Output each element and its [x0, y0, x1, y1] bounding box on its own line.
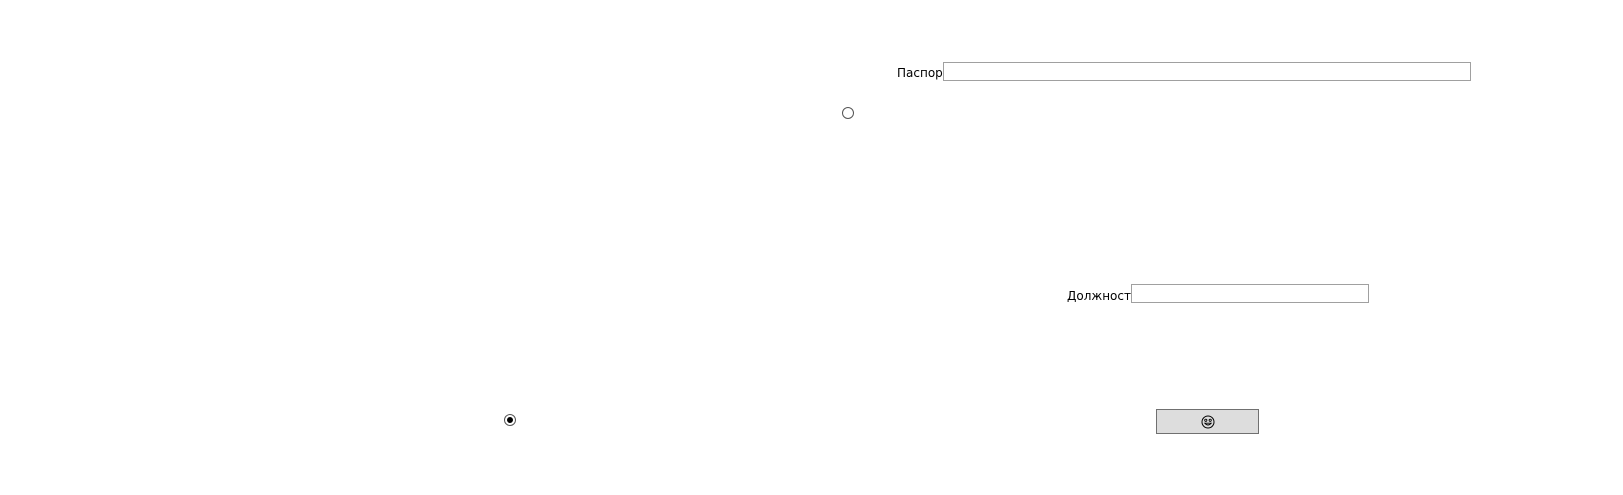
position-label: Должность	[1067, 289, 1139, 303]
submit-button[interactable]	[1156, 409, 1259, 434]
position-input[interactable]	[1131, 284, 1369, 303]
passport-label: Паспорт	[897, 66, 950, 80]
form-canvas: Паспорт Должность	[0, 0, 1623, 495]
passport-input[interactable]	[943, 62, 1471, 81]
radio-option-1[interactable]	[842, 107, 854, 119]
smiley-icon	[1201, 415, 1214, 428]
radio-option-2[interactable]	[504, 414, 516, 426]
radio-selected-dot	[507, 417, 513, 423]
